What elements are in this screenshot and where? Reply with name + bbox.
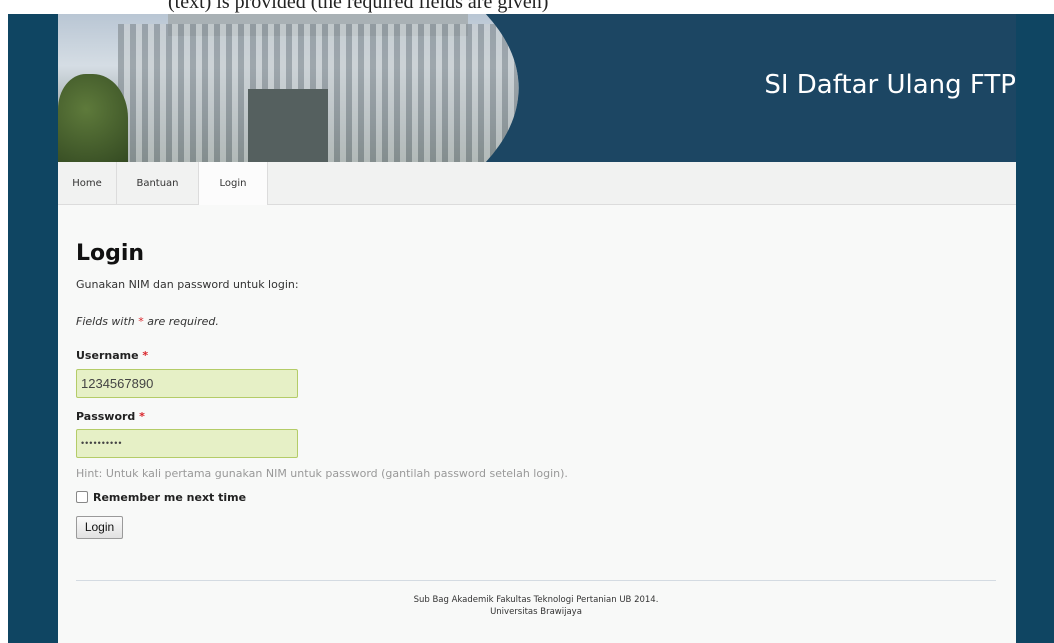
password-label: Password * [76, 410, 145, 423]
nav-item-label: Login [219, 178, 247, 189]
password-input[interactable]: •••••••••• [76, 429, 298, 458]
footer-line-2: Universitas Brawijaya [490, 607, 582, 617]
page-background: SI Daftar Ulang FTP Home Bantuan Login L… [8, 14, 1054, 643]
required-fields-note: Fields with * are required. [76, 315, 219, 328]
password-hint: Hint: Untuk kali pertama gunakan NIM unt… [76, 467, 568, 480]
campus-building-photo [58, 14, 519, 162]
site-title: SI Daftar Ulang FTP [764, 70, 1016, 100]
site-container: SI Daftar Ulang FTP Home Bantuan Login L… [58, 14, 1016, 643]
tree [58, 74, 128, 162]
building-entrance [248, 89, 328, 162]
footer-line-1: Sub Bag Akademik Fakultas Teknologi Pert… [413, 595, 659, 605]
username-label-text: Username [76, 349, 139, 362]
required-marker: * [139, 410, 145, 423]
remember-me-label[interactable]: Remember me next time [93, 491, 246, 504]
note-prefix: Fields with [76, 315, 139, 328]
nav-item-home[interactable]: Home [58, 162, 117, 205]
nav-item-login[interactable]: Login [199, 162, 268, 205]
main-nav: Home Bantuan Login [58, 162, 1016, 205]
nav-item-label: Home [72, 178, 102, 189]
nav-item-bantuan[interactable]: Bantuan [117, 162, 199, 205]
nav-item-label: Bantuan [136, 178, 179, 189]
caption-text: (text) is provided (the required fields … [168, 0, 549, 13]
remember-me-checkbox[interactable] [76, 491, 88, 503]
remember-me: Remember me next time [76, 491, 246, 505]
note-suffix: are required. [143, 315, 219, 328]
login-instruction: Gunakan NIM dan password untuk login: [76, 278, 299, 291]
username-input[interactable]: 1234567890 [76, 369, 298, 398]
footer: Sub Bag Akademik Fakultas Teknologi Pert… [76, 580, 996, 618]
required-marker: * [142, 349, 149, 362]
login-button[interactable]: Login [76, 516, 123, 539]
header-banner: SI Daftar Ulang FTP [58, 14, 1016, 162]
document-caption-fragment: (text) is provided (the required fields … [0, 0, 1054, 14]
page-title: Login [76, 241, 145, 266]
username-label: Username * [76, 349, 148, 362]
password-label-text: Password [76, 410, 136, 423]
